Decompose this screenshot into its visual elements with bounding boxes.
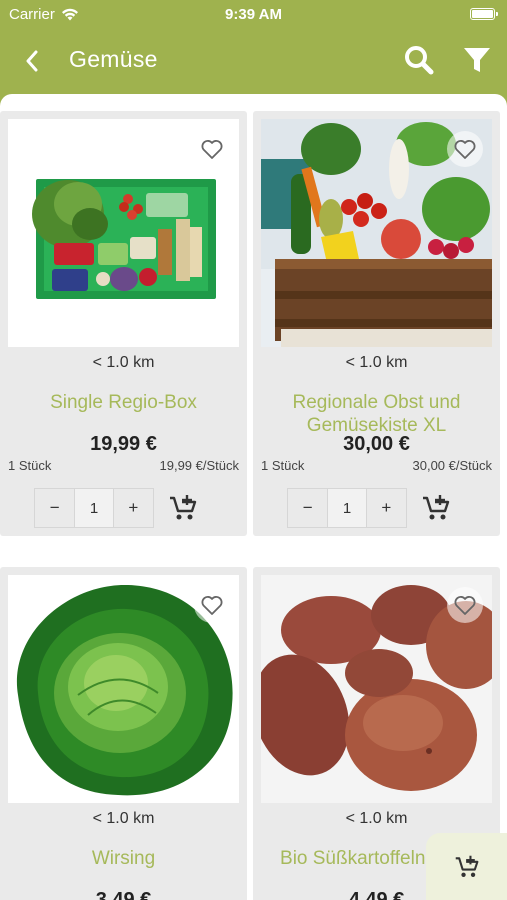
product-price: 19,99 € bbox=[90, 433, 157, 455]
quantity-stepper: − 1 + bbox=[287, 488, 407, 528]
product-card[interactable]: < 1.0 km Wirsing 3,49 € bbox=[0, 567, 247, 900]
product-grid: < 1.0 km Single Regio-Box 19,99 € 1 Stüc… bbox=[0, 94, 507, 900]
quantity-stepper: − 1 + bbox=[34, 488, 154, 528]
product-name[interactable]: Wirsing bbox=[10, 847, 237, 870]
product-distance: < 1.0 km bbox=[92, 354, 155, 371]
product-image bbox=[261, 575, 492, 803]
heart-icon bbox=[201, 140, 223, 159]
page-title: Gemüse bbox=[69, 46, 158, 72]
heart-icon bbox=[201, 596, 223, 615]
quantity-value[interactable]: 1 bbox=[327, 489, 367, 527]
add-to-cart-icon bbox=[170, 495, 197, 520]
decrease-button[interactable]: − bbox=[35, 489, 74, 527]
product-distance: < 1.0 km bbox=[345, 354, 408, 371]
floating-cart-button[interactable] bbox=[426, 833, 507, 900]
product-image bbox=[8, 575, 239, 803]
product-unit: 1 Stück bbox=[8, 458, 52, 473]
add-to-cart-button[interactable] bbox=[168, 493, 198, 523]
product-name[interactable]: Regionale Obst und Gemüsekiste XL bbox=[263, 391, 490, 437]
product-image bbox=[261, 119, 492, 347]
product-distance: < 1.0 km bbox=[345, 810, 408, 827]
product-unit-price: 30,00 €/Stück bbox=[412, 458, 493, 473]
status-time: 9:39 AM bbox=[225, 6, 282, 23]
favorite-button[interactable] bbox=[194, 587, 230, 623]
product-distance: < 1.0 km bbox=[92, 810, 155, 827]
status-bar: Carrier 9:39 AM bbox=[0, 0, 507, 30]
product-name[interactable]: Single Regio-Box bbox=[10, 391, 237, 414]
increase-button[interactable]: + bbox=[114, 489, 153, 527]
decrease-button[interactable]: − bbox=[288, 489, 327, 527]
product-image bbox=[8, 119, 239, 347]
add-to-cart-icon bbox=[455, 855, 478, 877]
navigation-bar: Gemüse bbox=[0, 30, 507, 94]
heart-icon bbox=[454, 596, 476, 615]
back-button[interactable] bbox=[18, 46, 46, 76]
product-price: 3,49 € bbox=[95, 889, 152, 900]
product-price: 30,00 € bbox=[343, 433, 410, 455]
favorite-button[interactable] bbox=[447, 587, 483, 623]
battery-icon bbox=[470, 8, 498, 20]
product-card[interactable]: < 1.0 km Regionale Obst und Gemüsekiste … bbox=[253, 111, 500, 536]
back-icon bbox=[26, 50, 38, 72]
search-button[interactable] bbox=[402, 43, 436, 77]
product-unit-price: 19,99 €/Stück bbox=[159, 458, 240, 473]
heart-icon bbox=[454, 140, 476, 159]
filter-icon bbox=[464, 48, 490, 72]
add-to-cart-icon bbox=[423, 495, 450, 520]
favorite-button[interactable] bbox=[447, 131, 483, 167]
increase-button[interactable]: + bbox=[367, 489, 406, 527]
add-to-cart-button[interactable] bbox=[421, 493, 451, 523]
quantity-value[interactable]: 1 bbox=[74, 489, 114, 527]
search-icon bbox=[405, 46, 434, 75]
filter-button[interactable] bbox=[460, 43, 494, 77]
favorite-button[interactable] bbox=[194, 131, 230, 167]
product-card[interactable]: < 1.0 km Single Regio-Box 19,99 € 1 Stüc… bbox=[0, 111, 247, 536]
product-unit: 1 Stück bbox=[261, 458, 305, 473]
